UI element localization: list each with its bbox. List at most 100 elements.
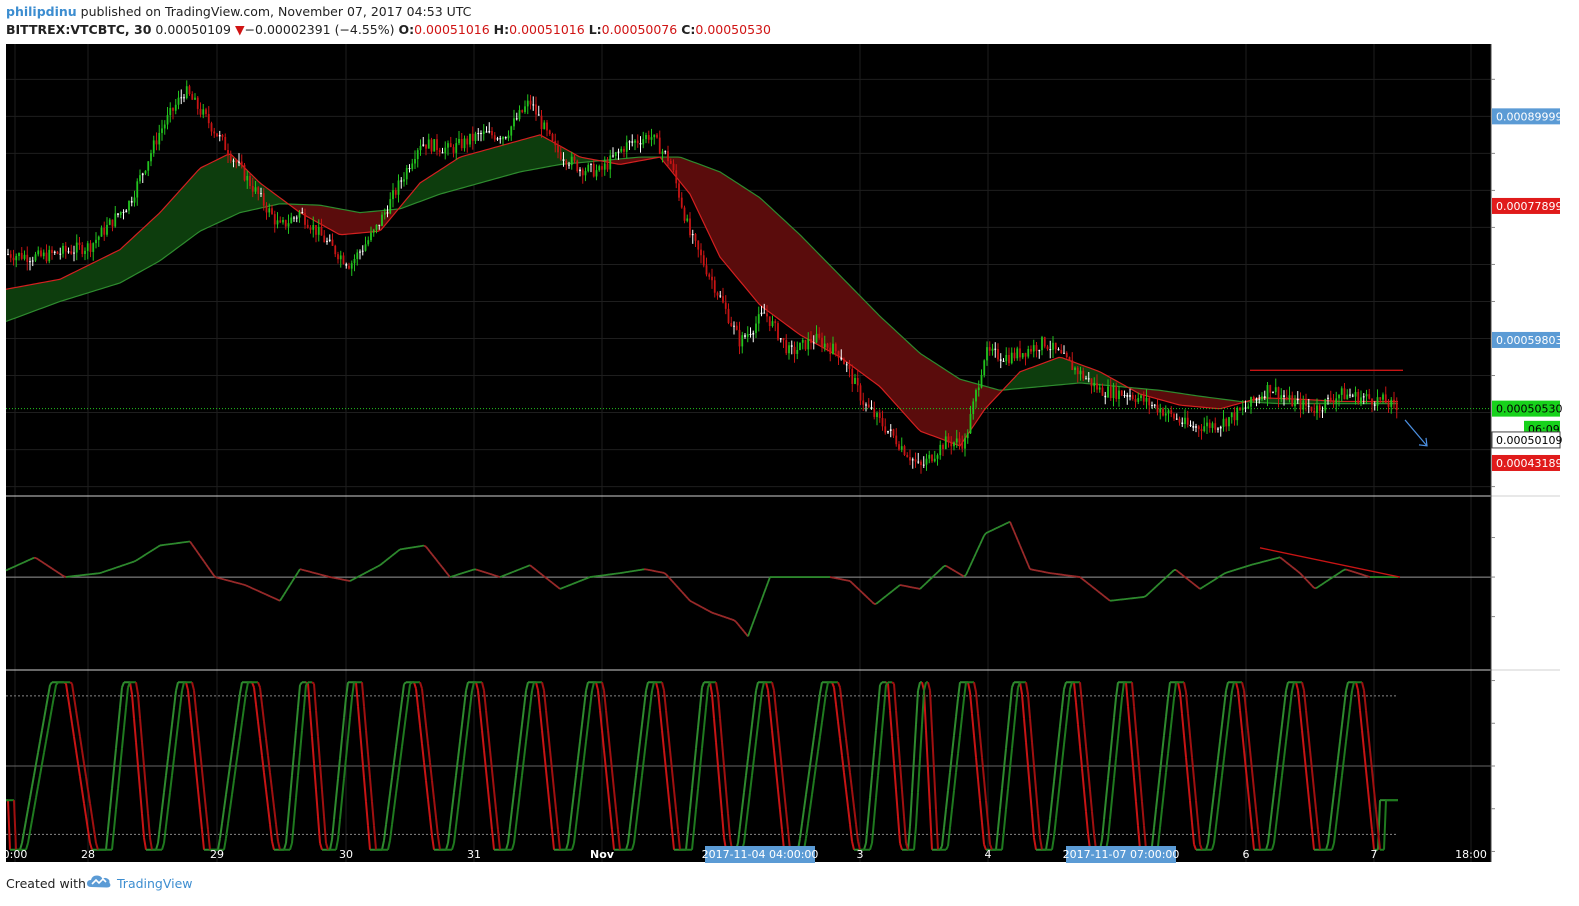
oscillator-segment — [883, 595, 887, 599]
oscillator-segment — [15, 564, 19, 567]
candle-body — [713, 280, 716, 293]
oscillator-segment — [381, 561, 385, 565]
oscillator-segment — [315, 572, 319, 575]
candle-body — [496, 138, 499, 140]
candle-body — [232, 160, 235, 162]
oscillator-segment — [543, 575, 547, 579]
candle-body — [1307, 405, 1310, 407]
candle-body — [524, 106, 526, 113]
candle-body — [221, 134, 224, 137]
oscillator-segment — [393, 551, 397, 555]
oscillator-segment — [1279, 556, 1283, 560]
candle-body — [760, 312, 763, 315]
oscillator-segment — [1321, 582, 1325, 586]
candle-body — [180, 97, 183, 99]
tradingview-brand[interactable]: TradingView — [117, 876, 193, 891]
oscillator-segment — [1271, 558, 1275, 561]
candle-body — [705, 265, 708, 275]
oscillator-segment — [1357, 572, 1361, 575]
candle-body — [823, 343, 826, 348]
candle-body — [518, 110, 521, 120]
candle-body — [436, 139, 438, 151]
candle-body — [771, 321, 774, 326]
oscillator-segment — [551, 581, 555, 585]
candle-body — [328, 239, 331, 241]
candle-body — [427, 139, 430, 149]
candle-body — [1167, 410, 1170, 414]
candle-body — [257, 187, 260, 195]
candle-body — [122, 211, 125, 213]
oscillator-segment — [1105, 596, 1109, 600]
candle-body — [837, 351, 840, 358]
oscillator-segment — [359, 573, 363, 577]
candle-body — [741, 335, 744, 347]
candle-body — [1302, 400, 1305, 410]
candle-body — [997, 349, 999, 360]
candle-body — [983, 360, 986, 376]
candle-body — [969, 414, 972, 434]
oscillator-segment — [1355, 571, 1359, 575]
oscillator-segment — [529, 564, 533, 568]
oscillator-segment — [139, 556, 143, 559]
candle-body — [243, 164, 246, 181]
high-label: H: — [493, 22, 510, 37]
oscillator-segment — [959, 573, 963, 577]
chart-canvas[interactable]: 0.00095000 0.00085000 0.00080000 0.00075000… — [0, 42, 1579, 866]
candle-body — [631, 141, 634, 143]
oscillator-segment — [1005, 521, 1009, 525]
oscillator-segment — [449, 575, 453, 578]
candle-body — [364, 244, 367, 251]
candle-body — [656, 134, 658, 138]
oscillator-segment — [107, 568, 111, 572]
candle-body — [730, 322, 733, 326]
oscillator-segment — [377, 564, 381, 568]
candle-body — [447, 143, 449, 148]
oscillator-segment — [587, 576, 591, 579]
author-name[interactable]: philipdinu — [6, 4, 77, 19]
candle-body — [430, 139, 433, 152]
oscillator-segment — [1235, 568, 1239, 571]
oscillator-segment — [1221, 572, 1225, 576]
candle-body — [986, 347, 988, 361]
candle-body — [1162, 408, 1164, 416]
oscillator-segment — [45, 563, 49, 567]
candle-body — [207, 114, 210, 124]
candle-body — [227, 150, 229, 156]
oscillator-segment — [505, 573, 509, 576]
candle-body — [7, 253, 9, 255]
candle-body — [691, 234, 694, 236]
candle-body — [576, 160, 579, 172]
candle-body — [1145, 397, 1148, 402]
candle-body — [279, 220, 282, 223]
candle-body — [469, 133, 471, 145]
oscillator-segment — [105, 569, 109, 572]
candle-body — [383, 212, 386, 215]
candle-body — [295, 217, 298, 219]
candle-body — [403, 179, 405, 182]
oscillator-segment — [1345, 568, 1349, 571]
cloud-logo-icon[interactable] — [86, 873, 112, 891]
candle-body — [1013, 352, 1016, 359]
oscillator-segment — [263, 592, 267, 596]
oscillator-segment — [249, 586, 253, 589]
stoch-tick-label: -0.500 — [1498, 803, 1533, 816]
candle-body — [1027, 349, 1030, 357]
candle-body — [276, 220, 279, 225]
candle-body — [994, 348, 997, 350]
candle-body — [163, 124, 166, 129]
oscillator-segment — [985, 531, 989, 534]
candle-body — [521, 110, 524, 113]
time-tick-label: 6 — [1243, 848, 1250, 861]
candle-body — [482, 131, 485, 135]
price-tick-label: 0.00070000 — [1497, 258, 1563, 271]
candle-body — [433, 139, 436, 152]
symbol-title[interactable]: BITTREX:VTCBTC, 30 — [6, 22, 151, 37]
candle-body — [161, 128, 163, 133]
oscillator-segment — [477, 569, 481, 572]
candle-body — [675, 170, 678, 184]
candle-body — [595, 170, 598, 177]
oscillator-segment — [391, 553, 395, 557]
candle-body — [727, 308, 730, 323]
oscillator-segment — [1227, 570, 1231, 574]
oscillator-segment — [465, 570, 469, 573]
